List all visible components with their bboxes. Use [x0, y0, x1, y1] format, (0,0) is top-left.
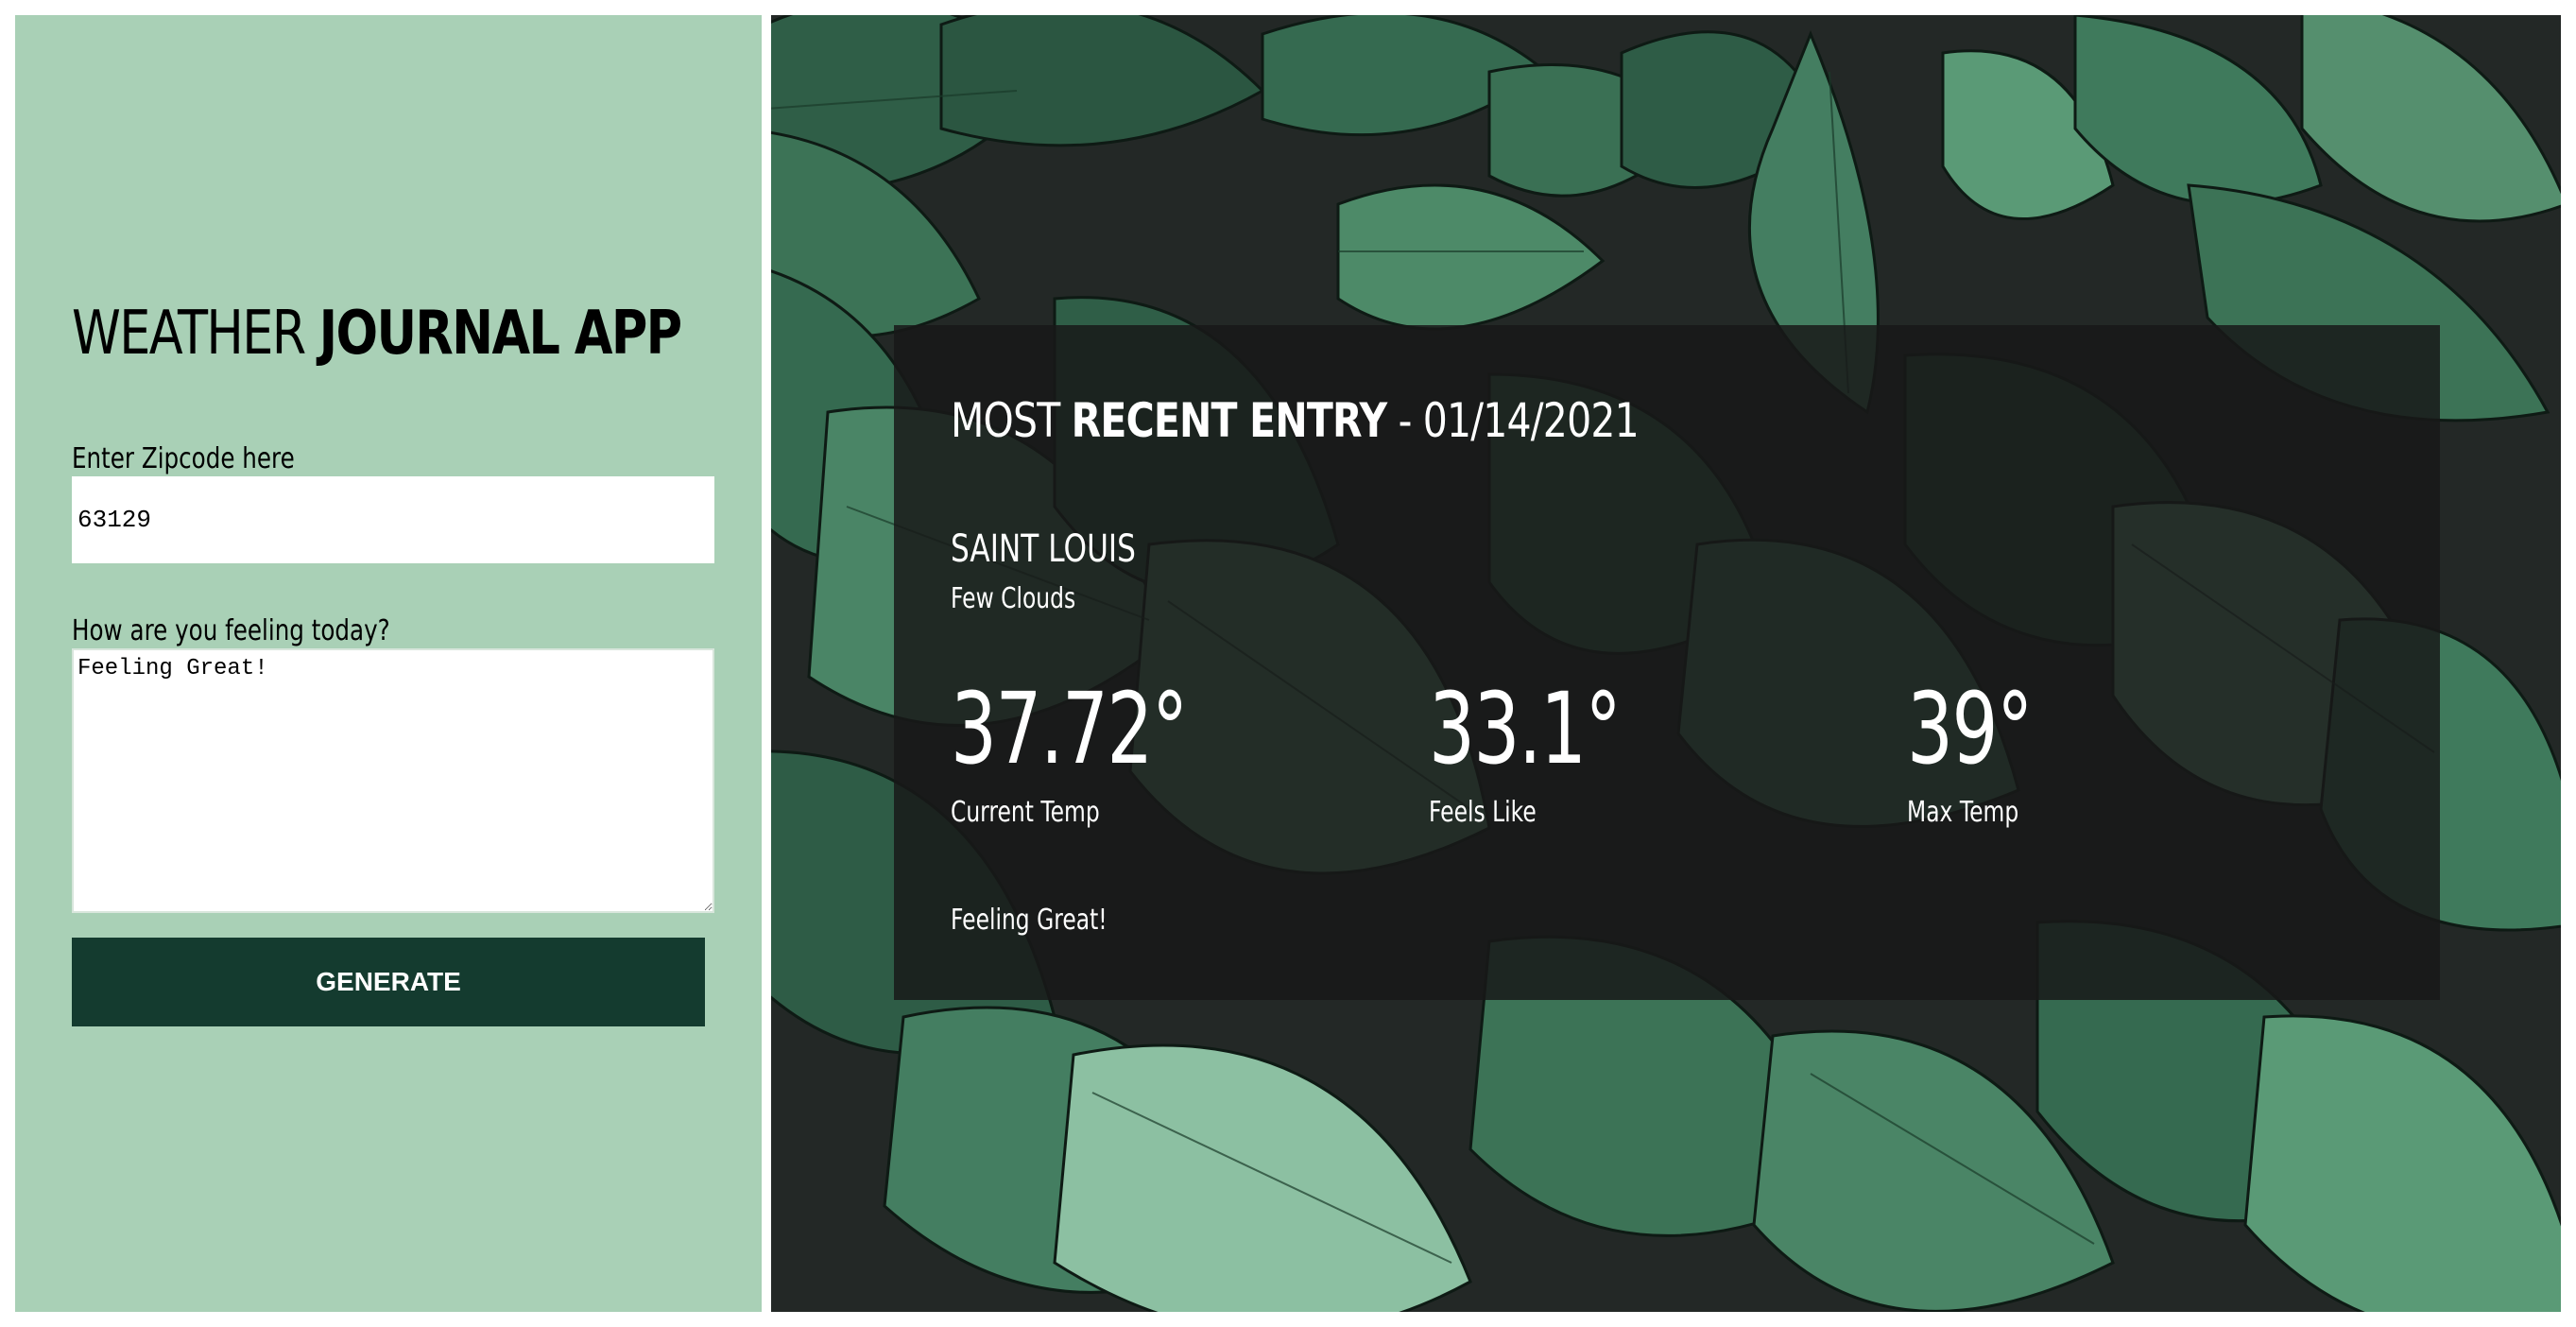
current-temp-stat: 37.72° Current Temp [951, 671, 1270, 830]
zip-label: Enter Zipcode here [72, 442, 295, 475]
max-temp-label: Max Temp [1907, 796, 2019, 830]
feelings-label: How are you feeling today? [72, 614, 390, 647]
feels-like-stat: 33.1° Feels Like [1429, 671, 1688, 830]
feelings-textarea[interactable]: Feeling Great! [72, 648, 714, 913]
max-temp-stat: 39° Max Temp [1907, 671, 2075, 830]
feels-like-label: Feels Like [1429, 796, 1537, 830]
entry-heading-bold: RECENT ENTRY [1071, 393, 1388, 448]
current-temp-label: Current Temp [951, 796, 1100, 830]
generate-button[interactable]: GENERATE [72, 938, 705, 1026]
entry-date: - 01/14/2021 [1386, 393, 1640, 448]
app-title-regular: WEATHER [72, 299, 319, 369]
zip-input[interactable] [72, 476, 714, 563]
weather-description: Few Clouds [951, 582, 1076, 615]
entry-panel: MOST RECENT ENTRY - 01/14/2021 SAINT LOU… [771, 15, 2561, 1312]
entry-feeling-text: Feeling Great! [951, 904, 1108, 937]
app-title-bold: JOURNAL APP [318, 299, 683, 369]
most-recent-entry-card: MOST RECENT ENTRY - 01/14/2021 SAINT LOU… [894, 325, 2440, 1000]
app-title: WEATHER JOURNAL APP [72, 299, 683, 369]
max-temp-value: 39° [1907, 671, 2033, 786]
city-name: SAINT LOUIS [951, 527, 1136, 571]
journal-form-panel: WEATHER JOURNAL APP Enter Zipcode here H… [15, 15, 762, 1312]
current-temp-value: 37.72° [951, 671, 1188, 786]
entry-heading: MOST RECENT ENTRY - 01/14/2021 [951, 393, 1640, 448]
feels-like-value: 33.1° [1429, 671, 1622, 786]
entry-heading-regular: MOST [951, 393, 1072, 448]
